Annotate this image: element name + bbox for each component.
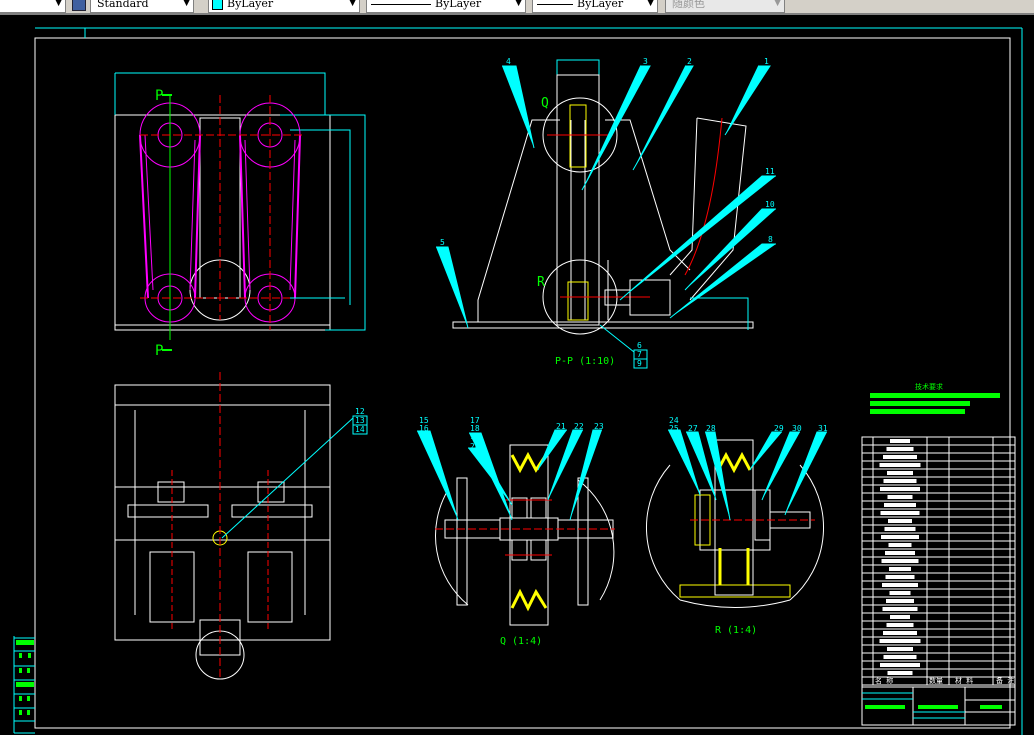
tech-requirements-title: 技术要求 [915, 382, 943, 391]
detail-r-view: R (1:4) [646, 439, 824, 636]
lineweight-dropdown[interactable]: ByLayer ▼ [532, 0, 658, 13]
view-title-q: Q (1:4) [500, 636, 542, 647]
table-row-glyphs [880, 663, 920, 667]
table-row-glyphs [881, 559, 919, 563]
balloon-13: 13 [355, 416, 365, 425]
balloon-11: 11 [765, 167, 775, 176]
bottom-left-view [114, 372, 331, 680]
table-row-glyphs [887, 495, 913, 499]
balloon-27: 27 [688, 424, 698, 433]
technical-requirements: 技术要求 [870, 382, 1000, 414]
top-left-view: P P [114, 72, 366, 359]
chevron-down-icon: ▼ [183, 0, 190, 8]
layer-color-value: ByLayer [227, 0, 274, 10]
table-row-glyphs [889, 591, 911, 595]
balloon-5: 5 [440, 238, 445, 247]
table-row-glyphs [886, 599, 914, 603]
table-row-glyphs [885, 551, 915, 555]
lineweight-value: ByLayer [577, 0, 624, 10]
left-margin-table [14, 637, 35, 722]
balloon-4: 4 [506, 57, 511, 66]
balloon-30: 30 [792, 424, 802, 433]
balloon-9: 9 [637, 359, 642, 368]
table-row-glyphs [888, 543, 912, 547]
section-label-p-top: P [155, 88, 163, 104]
table-row-glyphs [887, 647, 913, 651]
balloon-3: 3 [643, 57, 648, 66]
balloon-29: 29 [774, 424, 784, 433]
section-label-p-bottom: P [155, 343, 163, 359]
table-row-glyphs [883, 631, 917, 635]
bottom-left-leaders: 12 13 14 [221, 407, 368, 539]
layer-color-dropdown[interactable]: ByLayer ▼ [208, 0, 360, 13]
view-title-r: R (1:4) [715, 625, 757, 636]
balloon-2: 2 [687, 57, 692, 66]
text-style-dropdown[interactable]: Standard ▼ [90, 0, 194, 13]
balloon-28: 28 [706, 424, 716, 433]
table-row-glyphs [879, 639, 921, 643]
text-style-value: Standard [97, 0, 149, 10]
table-row-glyphs [882, 583, 918, 587]
chevron-down-icon: ▼ [55, 0, 62, 8]
pp-leaders: 1 2 3 4 5 8 10 11 6 7 9 [436, 57, 776, 369]
chevron-down-icon: ▼ [349, 0, 356, 8]
balloon-1: 1 [764, 57, 769, 66]
table-row-glyphs [890, 615, 910, 619]
table-row-glyphs [879, 463, 921, 467]
chevron-down-icon: ▼ [774, 0, 781, 8]
detail-label-r: R [537, 275, 545, 290]
balloon-6: 6 [637, 341, 642, 350]
table-row-glyphs [883, 455, 917, 459]
balloon-31: 31 [818, 424, 828, 433]
color-swatch [212, 0, 223, 10]
plot-style-dropdown[interactable]: 随颜色 ▼ [665, 0, 785, 13]
chevron-down-icon: ▼ [647, 0, 654, 8]
table-row-glyphs [887, 471, 913, 475]
balloon-10: 10 [765, 200, 775, 209]
dimstyle-dropdown[interactable]: ▼ [0, 0, 66, 13]
table-row-glyphs [884, 503, 916, 507]
table-row-glyphs [882, 607, 918, 611]
table-row-glyphs [886, 623, 914, 627]
linetype-value: ByLayer [435, 0, 482, 10]
table-row-glyphs [883, 655, 917, 659]
balloon-20: 20 [470, 442, 480, 451]
drawing-canvas[interactable]: P P Q R P-P (1:10) 1 2 3 4 5 8 10 11 6 7… [0, 15, 1034, 735]
table-row-glyphs [880, 487, 920, 491]
table-row-glyphs [886, 447, 914, 451]
table-row-glyphs [880, 511, 920, 515]
balloon-12: 12 [355, 407, 365, 416]
balloon-21: 21 [556, 422, 566, 431]
table-row-glyphs [885, 575, 915, 579]
table-row-glyphs [890, 439, 910, 443]
table-row-glyphs [888, 519, 912, 523]
text-style-icon[interactable] [72, 0, 86, 11]
view-title-pp: P-P (1:10) [555, 356, 615, 367]
balloon-14: 14 [355, 425, 365, 434]
balloon-25: 25 [669, 424, 679, 433]
detail-label-q: Q [541, 96, 549, 111]
balloon-7: 7 [637, 350, 642, 359]
plot-style-value: 随颜色 [672, 0, 705, 10]
parts-list-table: 名 称 数量 材 料 备 注 [861, 436, 1016, 726]
balloon-16: 16 [419, 424, 429, 433]
table-row-glyphs [889, 567, 911, 571]
balloon-19: 19 [470, 432, 480, 441]
chevron-down-icon: ▼ [515, 0, 522, 8]
balloon-23: 23 [594, 422, 604, 431]
balloon-8: 8 [768, 235, 773, 244]
table-row-glyphs [881, 535, 919, 539]
pp-section-view: Q R P-P (1:10) [452, 59, 754, 367]
properties-toolbar: ▼ Standard ▼ ByLayer ▼ ByLayer ▼ ByLayer ▼ 随… [0, 0, 1034, 15]
table-row-glyphs [884, 527, 916, 531]
balloon-22: 22 [574, 422, 584, 431]
table-row-glyphs [887, 671, 913, 675]
table-row-glyphs [883, 479, 917, 483]
linetype-dropdown[interactable]: ByLayer ▼ [366, 0, 526, 13]
detail-q-view: Q (1:4) [435, 444, 615, 647]
